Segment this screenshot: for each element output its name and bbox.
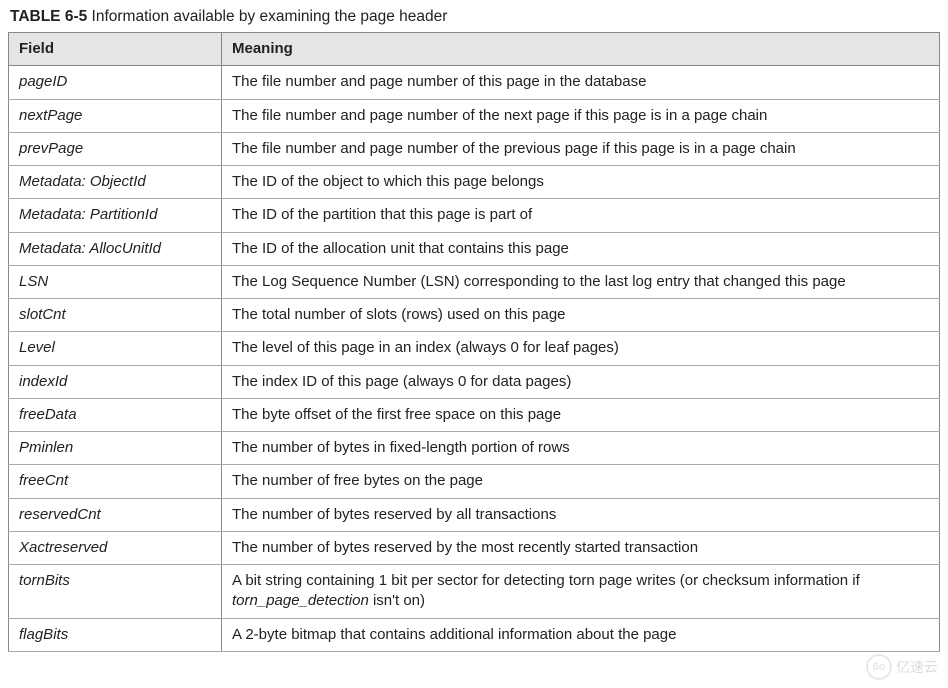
table-row: slotCntThe total number of slots (rows) … [9,299,940,332]
cell-meaning: The index ID of this page (always 0 for … [222,365,940,398]
cell-field: Metadata: ObjectId [9,166,222,199]
table-row: flagBitsA 2-byte bitmap that contains ad… [9,618,940,651]
table-row: Metadata: PartitionIdThe ID of the parti… [9,199,940,232]
cell-meaning: The total number of slots (rows) used on… [222,299,940,332]
table-row: PminlenThe number of bytes in fixed-leng… [9,432,940,465]
cell-field: Metadata: PartitionId [9,199,222,232]
watermark: 6o 亿速云 [866,654,938,680]
cell-field: LSN [9,265,222,298]
cell-meaning: The ID of the partition that this page i… [222,199,940,232]
table-row: LevelThe level of this page in an index … [9,332,940,365]
cell-meaning: The ID of the allocation unit that conta… [222,232,940,265]
table-caption-label: TABLE 6-5 [10,8,87,25]
cell-meaning: The number of free bytes on the page [222,465,940,498]
table-row: reservedCntThe number of bytes reserved … [9,498,940,531]
cell-field: indexId [9,365,222,398]
cell-field: freeCnt [9,465,222,498]
cell-field: Pminlen [9,432,222,465]
cell-meaning: The level of this page in an index (alwa… [222,332,940,365]
column-header-meaning: Meaning [222,33,940,66]
table-row: nextPageThe file number and page number … [9,99,940,132]
cell-field: Xactreserved [9,531,222,564]
table-row: freeDataThe byte offset of the first fre… [9,398,940,431]
cell-field: Level [9,332,222,365]
cell-meaning: The Log Sequence Number (LSN) correspond… [222,265,940,298]
table-row: Metadata: AllocUnitIdThe ID of the alloc… [9,232,940,265]
table-row: Metadata: ObjectIdThe ID of the object t… [9,166,940,199]
cell-meaning: The number of bytes reserved by the most… [222,531,940,564]
cell-field: prevPage [9,132,222,165]
cell-field: flagBits [9,618,222,651]
cell-meaning: The file number and page number of the n… [222,99,940,132]
table-caption: TABLE 6-5 Information available by exami… [10,8,940,26]
watermark-text: 亿速云 [896,657,938,677]
cell-meaning: The number of bytes in fixed-length port… [222,432,940,465]
table-row: freeCntThe number of free bytes on the p… [9,465,940,498]
column-header-field: Field [9,33,222,66]
table-row: indexIdThe index ID of this page (always… [9,365,940,398]
watermark-logo-icon: 6o [866,654,892,680]
table-caption-text: Information available by examining the p… [92,8,448,25]
table-header-row: Field Meaning [9,33,940,66]
cell-meaning: The ID of the object to which this page … [222,166,940,199]
cell-field: freeData [9,398,222,431]
cell-meaning: A 2-byte bitmap that contains additional… [222,618,940,651]
table-row: LSNThe Log Sequence Number (LSN) corresp… [9,265,940,298]
cell-field: tornBits [9,565,222,619]
page-header-fields-table: Field Meaning pageIDThe file number and … [8,32,940,652]
cell-field: nextPage [9,99,222,132]
cell-meaning: The number of bytes reserved by all tran… [222,498,940,531]
cell-field: reservedCnt [9,498,222,531]
cell-meaning: The byte offset of the first free space … [222,398,940,431]
cell-meaning: The file number and page number of this … [222,66,940,99]
table-row: tornBitsA bit string containing 1 bit pe… [9,565,940,619]
cell-field: Metadata: AllocUnitId [9,232,222,265]
table-row: prevPageThe file number and page number … [9,132,940,165]
cell-meaning: A bit string containing 1 bit per sector… [222,565,940,619]
table-row: XactreservedThe number of bytes reserved… [9,531,940,564]
cell-meaning: The file number and page number of the p… [222,132,940,165]
cell-field: pageID [9,66,222,99]
table-row: pageIDThe file number and page number of… [9,66,940,99]
cell-field: slotCnt [9,299,222,332]
